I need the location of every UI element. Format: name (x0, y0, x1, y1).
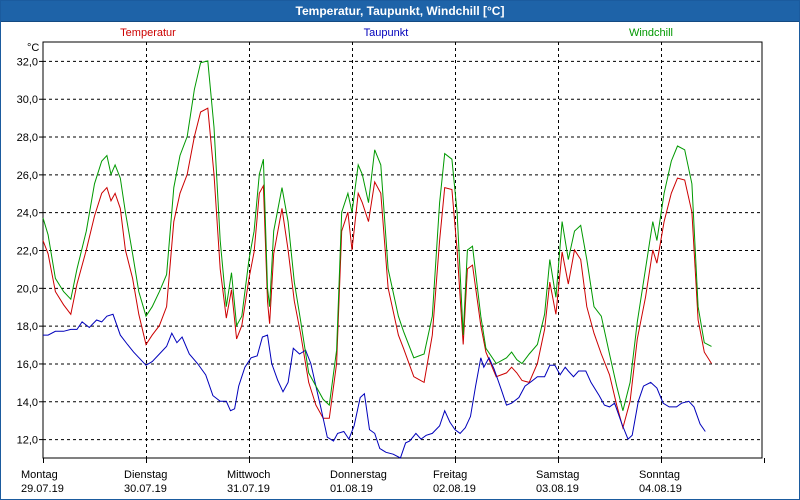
x-tick-label-date: 02.08.19 (433, 483, 476, 495)
y-tick-label: 22,0 (17, 246, 38, 258)
chart-title: Temperatur, Taupunkt, Windchill [°C] (1, 1, 799, 22)
plot-area (42, 41, 763, 459)
y-tick-label: 30,0 (17, 94, 38, 106)
y-tick-label: 18,0 (17, 321, 38, 333)
y-tick-label: 32,0 (17, 56, 38, 68)
chart-window: Temperatur, Taupunkt, Windchill [°C] 12,… (0, 0, 800, 500)
y-tick-label: 20,0 (17, 283, 38, 295)
x-tick-label-day: Mittwoch (227, 469, 270, 481)
y-axis-unit-label: °C (27, 42, 39, 54)
legend-entry-taupunkt: Taupunkt (364, 27, 409, 39)
y-tick-label: 14,0 (17, 397, 38, 409)
legend-entry-windchill: Windchill (629, 27, 673, 39)
x-tick-label-date: 04.08.19 (639, 483, 682, 495)
y-tick-label: 12,0 (17, 435, 38, 447)
x-tick-label-date: 29.07.19 (21, 483, 64, 495)
x-tick-label-day: Dienstag (124, 469, 167, 481)
x-tick-label-date: 01.08.19 (330, 483, 373, 495)
x-tick-label-day: Samstag (536, 469, 579, 481)
x-tick-label-day: Freitag (433, 469, 467, 481)
y-tick-label: 16,0 (17, 359, 38, 371)
legend-entry-temperatur: Temperatur (120, 27, 176, 39)
x-tick-label-date: 31.07.19 (227, 483, 270, 495)
line-chart: 12,0 14,0 16,0 18,0 20,0 22,0 24,0 26,0 28,0 30,0… (17, 27, 765, 495)
x-tick-label-date: 03.08.19 (536, 483, 579, 495)
x-tick-label-day: Montag (21, 469, 58, 481)
x-tick-label-date: 30.07.19 (124, 483, 167, 495)
x-tick-label-day: Donnerstag (330, 469, 387, 481)
y-tick-label: 28,0 (17, 132, 38, 144)
y-tick-label: 26,0 (17, 170, 38, 182)
x-tick-label-day: Sonntag (639, 469, 680, 481)
y-tick-label: 24,0 (17, 208, 38, 220)
